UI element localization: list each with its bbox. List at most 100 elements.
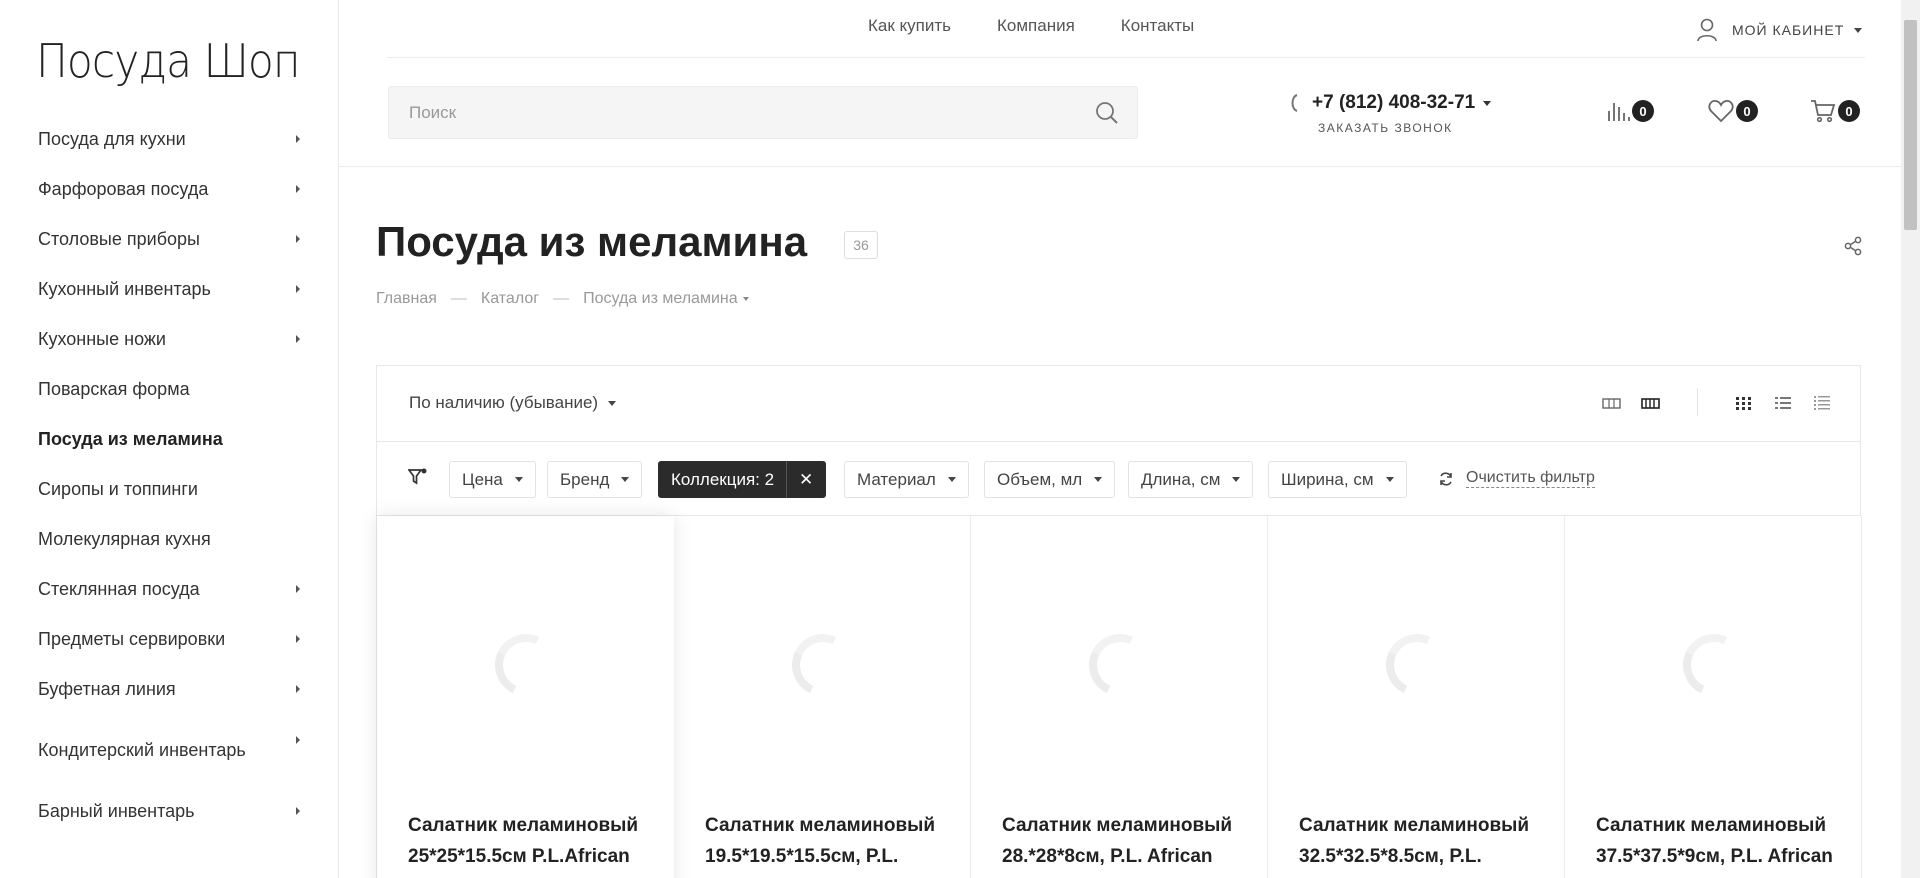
breadcrumb-current-label: Посуда из меламина: [583, 290, 738, 307]
account-menu[interactable]: МОЙ КАБИНЕТ: [1696, 18, 1863, 42]
sidebar-item-label: Кондитерский инвентарь: [38, 740, 246, 760]
share-icon[interactable]: [1843, 236, 1863, 256]
product-card[interactable]: Салатник меламиновый 19.5*19.5*15.5см, P…: [674, 516, 971, 878]
filter-width[interactable]: Ширина, см: [1268, 461, 1407, 498]
product-title[interactable]: Салатник меламиновый 37.5*37.5*9см, P.L.…: [1596, 810, 1846, 878]
sidebar-item-buffet[interactable]: Буфетная линия: [0, 664, 339, 714]
sidebar-item-label: Поварская форма: [38, 378, 190, 399]
filter-price-label: Цена: [462, 469, 503, 489]
nav-company[interactable]: Компания: [997, 16, 1075, 36]
chevron-right-icon: [296, 285, 300, 293]
product-title[interactable]: Салатник меламиновый 32.5*32.5*8.5см, P.…: [1299, 810, 1549, 878]
sidebar-item-porcelain[interactable]: Фарфоровая посуда: [0, 164, 339, 214]
sidebar-item-label: Кухонный инвентарь: [38, 278, 211, 299]
nav-how-to-buy[interactable]: Как купить: [868, 16, 951, 36]
filter-brand[interactable]: Бренд: [547, 461, 643, 498]
sort-dropdown[interactable]: По наличию (убывание): [409, 393, 617, 413]
sidebar-item-melamine[interactable]: Посуда из меламина: [0, 414, 339, 464]
sidebar-item-label: Фарфоровая посуда: [38, 178, 209, 199]
caret-down-icon: [514, 477, 523, 482]
search-input[interactable]: [389, 87, 1137, 138]
sidebar-item-label: Посуда из меламина: [38, 428, 223, 449]
sidebar-item-confectionery[interactable]: Кондитерский инвентарь: [0, 714, 339, 786]
sidebar-item-label: Буфетная линия: [38, 678, 176, 699]
chevron-right-icon: [296, 135, 300, 143]
filter-price[interactable]: Цена: [449, 461, 536, 498]
caret-down-icon: [742, 297, 749, 301]
chevron-right-icon: [296, 585, 300, 593]
header-divider: [387, 57, 1865, 58]
product-card[interactable]: Салатник меламиновый 37.5*37.5*9см, P.L.…: [1565, 516, 1862, 878]
callback-link[interactable]: ЗАКАЗАТЬ ЗВОНОК: [1318, 121, 1453, 135]
product-card[interactable]: Салатник меламиновый 25*25*15.5см P.L.Af…: [377, 516, 674, 878]
sidebar-item-serving[interactable]: Предметы сервировки: [0, 614, 339, 664]
chevron-right-icon: [296, 635, 300, 643]
top-nav: Как купить Компания Контакты: [868, 16, 1194, 36]
table-view-icon[interactable]: [1811, 394, 1833, 412]
chevron-right-icon: [296, 185, 300, 193]
product-title[interactable]: Салатник меламиновый 28.*28*8см, P.L. Af…: [1002, 810, 1252, 878]
heart-icon: [1708, 100, 1734, 123]
site-logo[interactable]: Посуда Шоп: [36, 34, 301, 88]
filter-brand-label: Бренд: [560, 469, 610, 489]
phone-number: +7 (812) 408-32-71: [1312, 92, 1476, 113]
sidebar-item-bar[interactable]: Барный инвентарь: [0, 786, 339, 836]
chevron-right-icon: [296, 235, 300, 243]
list-view-icon[interactable]: [1772, 394, 1794, 412]
caret-down-icon: [1854, 27, 1863, 33]
filter-material[interactable]: Материал: [844, 461, 969, 498]
scrollbar-thumb[interactable]: [1904, 20, 1917, 230]
breadcrumb-separator: —: [450, 290, 467, 307]
filter-volume-label: Объем, мл: [997, 469, 1083, 489]
tiles-view-icon[interactable]: [1733, 394, 1755, 412]
favorites-button[interactable]: 0: [1708, 99, 1758, 123]
product-count-badge: 36: [844, 231, 878, 259]
sidebar-item-knives[interactable]: Кухонные ножи: [0, 314, 339, 364]
cart-button[interactable]: 0: [1810, 99, 1860, 123]
grid-5-columns-icon[interactable]: [1640, 394, 1662, 412]
filter-collection[interactable]: Коллекция: 2 ✕: [658, 461, 827, 498]
sidebar-item-kitchen-tools[interactable]: Кухонный инвентарь: [0, 264, 339, 314]
product-card[interactable]: Салатник меламиновый 32.5*32.5*8.5см, P.…: [1268, 516, 1565, 878]
page-title: Посуда из меламина: [376, 218, 808, 265]
breadcrumb-catalog[interactable]: Каталог: [481, 290, 539, 308]
loading-spinner-icon: [783, 625, 863, 705]
sidebar-item-chef-uniform[interactable]: Поварская форма: [0, 364, 339, 414]
loading-spinner-icon: [1674, 625, 1754, 705]
sidebar-item-label: Столовые приборы: [38, 228, 200, 249]
filter-length[interactable]: Длина, см: [1128, 461, 1254, 498]
nav-contacts[interactable]: Контакты: [1121, 16, 1194, 36]
page-scrollbar[interactable]: [1901, 0, 1920, 878]
product-grid: Салатник меламиновый 25*25*15.5см P.L.Af…: [377, 516, 1862, 878]
caret-down-icon: [947, 477, 956, 482]
sidebar-item-kitchen-dishes[interactable]: Посуда для кухни: [0, 114, 339, 164]
sidebar-item-cutlery[interactable]: Столовые приборы: [0, 214, 339, 264]
caret-down-icon: [1094, 477, 1103, 482]
phone-icon: [1291, 94, 1298, 112]
product-title[interactable]: Салатник меламиновый 19.5*19.5*15.5см, P…: [705, 810, 955, 878]
sidebar-item-label: Барный инвентарь: [38, 800, 195, 821]
grid-4-columns-icon[interactable]: [1601, 394, 1623, 412]
breadcrumb-current[interactable]: Посуда из меламина: [583, 290, 749, 308]
compare-button[interactable]: 0: [1606, 99, 1654, 123]
cart-icon: [1811, 100, 1836, 123]
chevron-right-icon: [296, 736, 300, 744]
sidebar: Посуда Шоп Посуда для кухни Фарфоровая п…: [0, 0, 339, 878]
phone-dropdown[interactable]: +7 (812) 408-32-71: [1288, 92, 1492, 114]
search-icon[interactable]: [1095, 101, 1119, 125]
filter-volume[interactable]: Объем, мл: [984, 461, 1116, 498]
account-label: МОЙ КАБИНЕТ: [1732, 22, 1845, 38]
sidebar-item-label: Стеклянная посуда: [38, 578, 200, 599]
sidebar-item-syrups[interactable]: Сиропы и топпинги: [0, 464, 339, 514]
breadcrumb-home[interactable]: Главная: [376, 290, 437, 308]
close-icon[interactable]: ✕: [786, 461, 825, 498]
sidebar-item-glassware[interactable]: Стеклянная посуда: [0, 564, 339, 614]
product-card[interactable]: Салатник меламиновый 28.*28*8см, P.L. Af…: [971, 516, 1268, 878]
sidebar-item-molecular[interactable]: Молекулярная кухня: [0, 514, 339, 564]
sidebar-item-label: Сиропы и топпинги: [38, 478, 198, 499]
header-bottom-border: [339, 166, 1901, 167]
catalog-menu: Посуда для кухни Фарфоровая посуда Столо…: [0, 114, 339, 836]
clear-filter-link[interactable]: Очистить фильтр: [1438, 469, 1595, 488]
product-title[interactable]: Салатник меламиновый 25*25*15.5см P.L.Af…: [408, 810, 658, 878]
filter-icon[interactable]: [408, 467, 428, 487]
